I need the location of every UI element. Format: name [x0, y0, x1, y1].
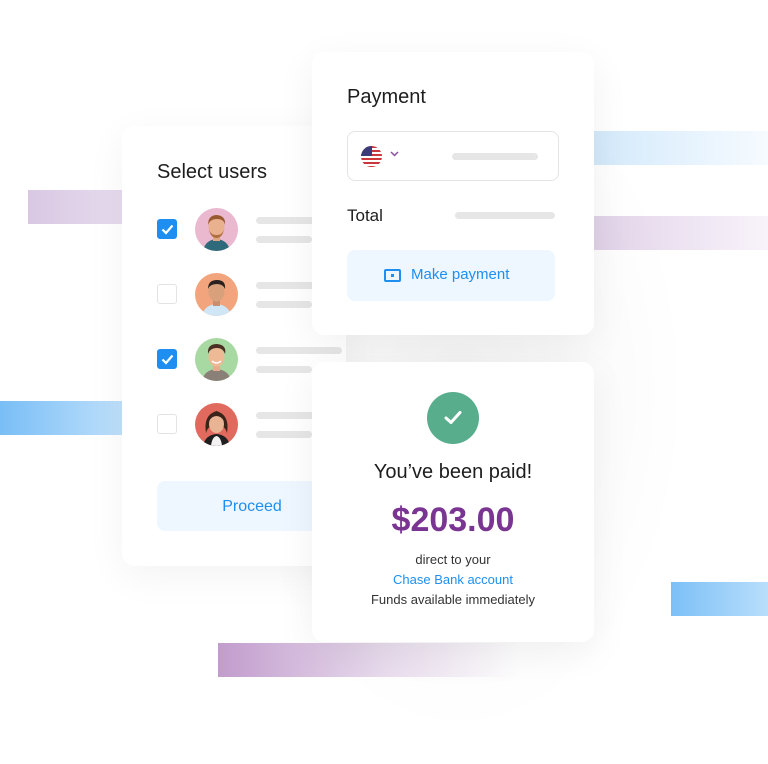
user-name-placeholder — [256, 347, 342, 354]
woman-curly-hair-avatar-icon — [203, 411, 230, 446]
make-payment-button[interactable]: Make payment — [347, 250, 555, 301]
avatar — [195, 273, 238, 316]
check-icon — [161, 354, 174, 365]
select-users-title: Select users — [157, 161, 268, 183]
user-checkbox[interactable] — [157, 284, 177, 304]
us-flag-icon — [361, 146, 382, 167]
payment-title: Payment — [347, 86, 426, 108]
payment-card: Payment Total Make payment — [312, 52, 594, 335]
man-dark-hair-avatar-icon — [202, 280, 231, 316]
man-red-beard-avatar-icon — [203, 215, 230, 251]
paid-title: You’ve been paid! — [373, 461, 533, 483]
chevron-down-icon — [390, 149, 399, 160]
user-checkbox[interactable] — [157, 219, 177, 239]
check-circle-icon — [427, 392, 479, 444]
user-checkbox[interactable] — [157, 349, 177, 369]
user-detail-placeholder — [256, 236, 312, 243]
funds-availability-text: Funds available immediately — [370, 592, 536, 607]
bank-account-link[interactable]: Chase Bank account — [312, 572, 594, 587]
country-select[interactable] — [347, 131, 559, 181]
decorative-bar — [28, 190, 124, 224]
total-label: Total — [347, 206, 383, 225]
paid-amount: $203.00 — [391, 501, 515, 539]
user-detail-placeholder — [256, 366, 312, 373]
decorative-bar — [0, 401, 122, 435]
avatar — [195, 403, 238, 446]
payment-confirmation-card: You’ve been paid! $203.00 direct to your… — [312, 362, 594, 642]
check-icon — [161, 224, 174, 235]
avatar — [195, 338, 238, 381]
amount-placeholder — [452, 153, 538, 160]
user-detail-placeholder — [256, 431, 312, 438]
total-value-placeholder — [455, 212, 555, 219]
avatar — [195, 208, 238, 251]
user-detail-placeholder — [256, 301, 312, 308]
cash-icon — [384, 269, 401, 282]
man-smiling-avatar-icon — [202, 344, 231, 381]
paid-destination-text: direct to your — [415, 552, 491, 567]
user-checkbox[interactable] — [157, 414, 177, 434]
make-payment-label: Make payment — [411, 266, 510, 283]
